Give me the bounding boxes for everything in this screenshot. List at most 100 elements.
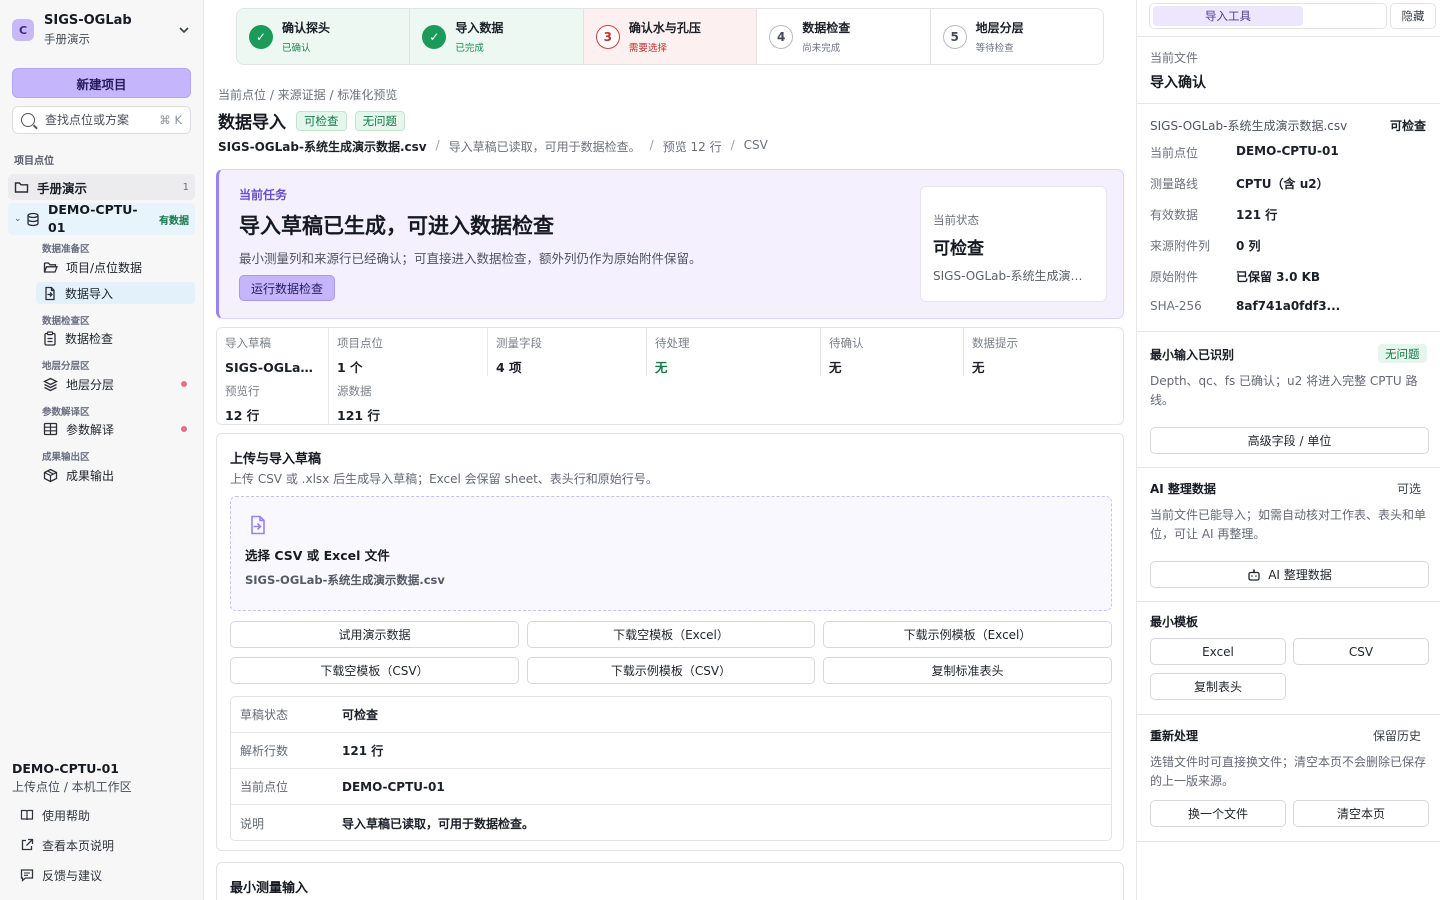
- chevron-down-icon[interactable]: ⌄: [14, 214, 26, 224]
- divider: [1137, 103, 1440, 104]
- download-example-excel-button[interactable]: 下载示例模板（Excel）: [823, 621, 1112, 648]
- task-heading: 导入草稿已生成，可进入数据检查: [239, 214, 554, 238]
- step-number: 4: [769, 24, 794, 49]
- file-meta: SIGS-OGLab-系统生成演示数据.csv / 导入草稿已读取，可用于数据检…: [218, 138, 768, 155]
- advanced-fields-button[interactable]: 高级字段 / 单位: [1150, 427, 1429, 454]
- divider: [1137, 467, 1440, 468]
- search-input[interactable]: [45, 113, 155, 127]
- divider: [1137, 36, 1440, 37]
- template-excel-button[interactable]: Excel: [1150, 638, 1286, 665]
- sidebar-item-label: 参数解译: [66, 422, 115, 437]
- step-status: 需要选择: [628, 43, 667, 54]
- current-point-title: DEMO-CPTU-01: [12, 761, 119, 776]
- file-dropzone[interactable]: 选择 CSV 或 Excel 文件 SIGS-OGLab-系统生成演示数据.cs…: [230, 496, 1112, 611]
- sidebar-item-data-check[interactable]: 数据检查: [36, 327, 195, 349]
- page-guide-link[interactable]: 查看本页说明: [20, 835, 114, 855]
- summary-value: 4 项: [496, 360, 522, 375]
- prop-key: 有效数据: [1150, 208, 1199, 222]
- alert-dot: [181, 426, 187, 432]
- min-input-section: 最小测量输入: [216, 862, 1124, 900]
- group-title: 参数解译区: [42, 407, 90, 418]
- try-demo-button[interactable]: 试用演示数据: [230, 621, 519, 648]
- download-example-csv-button[interactable]: 下载示例模板（CSV）: [527, 657, 815, 684]
- file-import-icon: [45, 286, 55, 300]
- sidebar-item-project-data[interactable]: 项目/点位数据: [36, 256, 195, 278]
- copy-header-button[interactable]: 复制表头: [1150, 673, 1286, 700]
- table-row: 草稿状态 可检查: [231, 697, 1111, 733]
- summary-cell: 待处理 无: [647, 328, 821, 376]
- feedback-link[interactable]: 反馈与建议: [20, 865, 102, 885]
- step-import-data[interactable]: ✓ 导入数据 已完成: [410, 9, 584, 64]
- ai-desc: 当前文件已能导入；如需自动核对工作表、表头和单位，可让 AI 再整理。: [1150, 508, 1427, 542]
- sidebar-item-label: 地层分层: [66, 377, 115, 392]
- ai-title: AI 整理数据: [1150, 482, 1216, 496]
- right-panel: 导入工具 隐藏 当前文件 导入确认 SIGS-OGLab-系统生成演示数据.cs…: [1136, 0, 1440, 900]
- prop-value: CPTU（含 u2）: [1236, 177, 1329, 191]
- tab-import-tools[interactable]: 导入工具: [1153, 6, 1303, 26]
- workspace-logo: C: [12, 19, 34, 41]
- workspace-switcher[interactable]: C SIGS-OGLab 手册演示: [12, 12, 192, 48]
- section-title: 上传与导入草稿: [230, 452, 322, 467]
- ai-organize-label: AI 整理数据: [1268, 568, 1332, 582]
- summary-value: 1 个: [337, 360, 363, 375]
- step-layering[interactable]: 5 地层分层 等待检查: [931, 9, 1103, 64]
- help-link[interactable]: 使用帮助: [20, 805, 90, 825]
- summary-cell: 导入草稿 SIGS-OGLab-系统生成演示数据.csv: [217, 328, 329, 376]
- table-row: 说明 导入草稿已读取，可用于数据检查。: [231, 805, 1111, 841]
- reprocess-option: 保留历史: [1373, 729, 1422, 743]
- copy-header-button[interactable]: 复制标准表头: [823, 657, 1112, 684]
- workspace-sub: 手册演示: [44, 32, 90, 46]
- min-input-desc: Depth、qc、fs 已确认；u2 将进入完整 CPTU 路线。: [1150, 374, 1418, 408]
- folder-open-icon: [43, 262, 58, 273]
- step-title: 确认探头: [282, 21, 331, 35]
- current-point-sub: 上传点位 / 本机工作区: [12, 780, 132, 794]
- sidebar-item-output[interactable]: 成果输出: [36, 464, 195, 486]
- current-file-title: 导入确认: [1150, 75, 1206, 91]
- sidebar-item-label: 数据检查: [65, 331, 114, 346]
- change-file-button[interactable]: 换一个文件: [1150, 800, 1286, 827]
- folder-icon: [14, 182, 29, 193]
- download-empty-csv-button[interactable]: 下载空模板（CSV）: [230, 657, 519, 684]
- step-number: 5: [942, 24, 967, 49]
- step-status: 等待检查: [975, 43, 1014, 54]
- step-water-pressure[interactable]: 3 确认水与孔压 需要选择: [583, 9, 758, 64]
- clipboard-icon: [44, 330, 56, 346]
- step-confirm-probe[interactable]: ✓ 确认探头 已确认: [237, 9, 411, 64]
- task-description: 最小测量列和来源行已经确认；可直接进入数据检查，额外列仍作为原始附件保留。: [239, 251, 702, 266]
- search-box[interactable]: ⌘ K: [12, 106, 191, 134]
- run-data-check-button[interactable]: 运行数据检查: [239, 275, 336, 301]
- book-icon: [20, 809, 34, 821]
- sidebar-item-project[interactable]: 手册演示 1: [8, 174, 195, 200]
- row-value: DEMO-CPTU-01: [342, 779, 445, 794]
- panel-tabs: 导入工具: [1149, 3, 1387, 29]
- template-csv-button[interactable]: CSV: [1293, 638, 1429, 665]
- step-status: 尚未完成: [802, 43, 841, 54]
- row-key: 当前点位: [240, 780, 289, 794]
- workspace-name: SIGS-OGLab: [44, 13, 132, 28]
- new-project-button[interactable]: 新建项目: [12, 68, 191, 98]
- import-summary: 导入草稿 SIGS-OGLab-系统生成演示数据.csv 项目点位 1 个 测量…: [216, 327, 1124, 425]
- row-value: 导入草稿已读取，可用于数据检查。: [342, 816, 535, 831]
- status-badge: 无问题: [354, 110, 405, 131]
- summary-cell: 测量字段 4 项: [488, 328, 647, 376]
- task-kicker: 当前任务: [239, 188, 288, 202]
- ai-organize-button[interactable]: AI 整理数据: [1150, 561, 1429, 588]
- table-icon: [43, 422, 58, 436]
- hide-panel-button[interactable]: 隐藏: [1390, 3, 1436, 29]
- summary-label: 源数据: [337, 384, 372, 398]
- sidebar-item-data-import[interactable]: 数据导入: [36, 282, 195, 304]
- file-state: 可检查: [1390, 119, 1427, 133]
- min-input-title: 最小输入已识别: [1150, 348, 1235, 362]
- sidebar-item-interpretation[interactable]: 参数解译: [36, 418, 195, 440]
- summary-label: 预览行: [225, 384, 260, 398]
- step-data-check[interactable]: 4 数据检查 尚未完成: [757, 9, 931, 64]
- section-label: 项目点位: [14, 156, 54, 167]
- file-name: SIGS-OGLab-系统生成演示数据.csv: [218, 140, 427, 154]
- row-value: 可检查: [342, 708, 379, 722]
- download-empty-excel-button[interactable]: 下载空模板（Excel）: [527, 621, 815, 648]
- sidebar-item-layering[interactable]: 地层分层: [36, 373, 195, 395]
- sidebar-item-point[interactable]: ⌄ DEMO-CPTU-01 有数据: [8, 202, 195, 235]
- external-link-icon: [21, 838, 34, 851]
- row-key: 解析行数: [240, 744, 289, 758]
- clear-page-button[interactable]: 清空本页: [1293, 800, 1429, 827]
